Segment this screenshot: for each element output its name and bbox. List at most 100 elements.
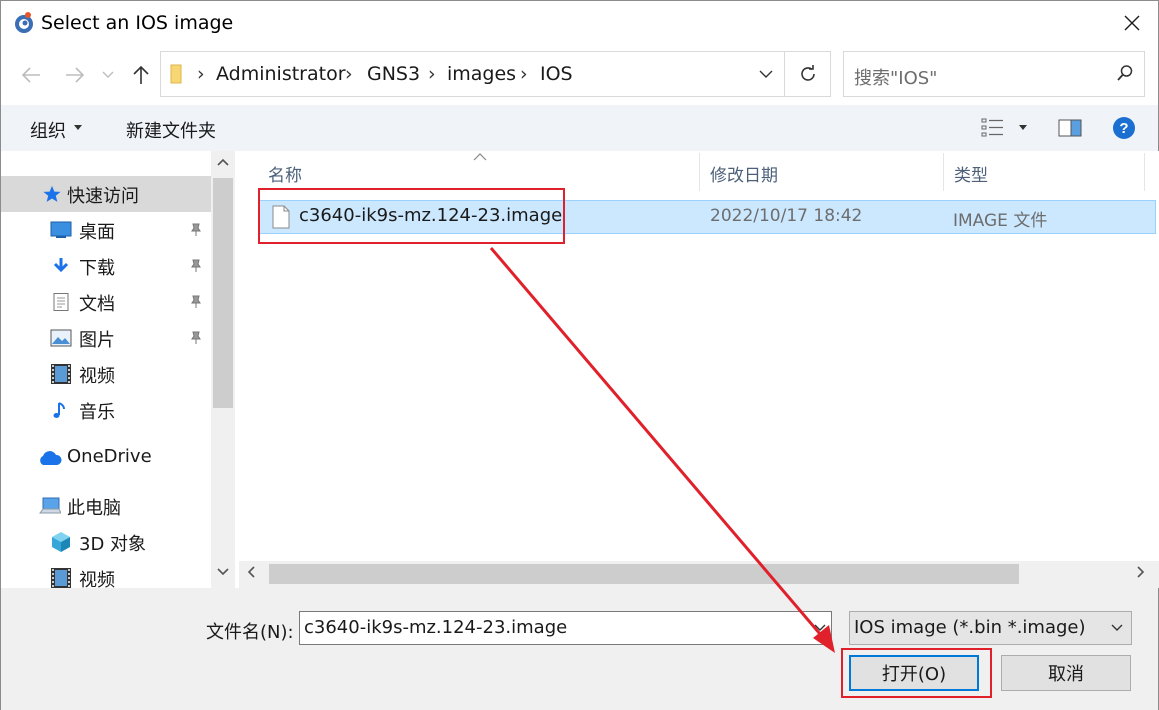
up-button[interactable] [127, 61, 155, 89]
breadcrumb-gns3[interactable]: GNS3 [367, 63, 420, 85]
breadcrumb-separator: › [197, 63, 205, 85]
nav-label: 下载 [79, 258, 115, 279]
nav-videos[interactable]: 视频 [1, 356, 211, 392]
nav-music[interactable]: 音乐 [1, 392, 211, 428]
download-icon [53, 258, 69, 273]
navigation-pane: 快速访问 桌面 下载 文档 图片 视频 音乐 OneDrive 此电脑 3D 对… [1, 151, 237, 588]
file-list-hscrollbar[interactable] [239, 561, 1159, 588]
close-button[interactable] [1106, 1, 1158, 45]
filename-dropdown-button[interactable] [809, 612, 831, 644]
pin-icon [191, 223, 201, 236]
forward-button[interactable] [61, 61, 89, 89]
nav-label: 视频 [79, 366, 115, 387]
hscrollbar-thumb[interactable] [269, 564, 1019, 584]
command-toolbar: 组织 新建文件夹 ? [1, 105, 1158, 151]
view-options-caret-icon[interactable] [1019, 125, 1027, 130]
organize-menu-button[interactable]: 组织 [30, 117, 66, 143]
column-header-label: 类型 [954, 166, 988, 186]
nav-3d-objects[interactable]: 3D 对象 [1, 524, 211, 560]
nav-quick-access[interactable]: 快速访问 [1, 176, 211, 212]
nav-this-pc[interactable]: 此电脑 [1, 488, 211, 524]
refresh-icon [801, 65, 815, 81]
recent-locations-button[interactable] [98, 61, 118, 89]
nav-label: 文档 [79, 294, 115, 315]
back-button[interactable] [17, 61, 45, 89]
nav-label: 音乐 [79, 402, 115, 423]
sort-ascending-icon [473, 153, 487, 161]
column-header-type[interactable]: 类型 [944, 151, 1144, 193]
chevron-down-icon [759, 70, 773, 78]
nav-onedrive[interactable]: OneDrive [1, 440, 211, 476]
document-icon [53, 293, 69, 311]
nav-scrollbar-thumb[interactable] [213, 178, 233, 408]
file-modified: 2022/10/17 18:42 [710, 206, 863, 226]
arrow-left-icon [21, 67, 40, 83]
nav-scrollbar[interactable] [211, 151, 235, 588]
breadcrumb-separator: › [428, 63, 436, 85]
nav-documents[interactable]: 文档 [1, 284, 211, 320]
nav-desktop[interactable]: 桌面 [1, 212, 211, 248]
address-dropdown-button[interactable] [748, 52, 784, 96]
nav-label: 图片 [79, 330, 115, 351]
arrow-up-icon [133, 65, 149, 84]
view-options-icon[interactable] [981, 117, 1005, 139]
column-divider[interactable] [1144, 153, 1145, 191]
filename-field[interactable]: c3640-ik9s-mz.124-23.image [299, 611, 832, 645]
cloud-icon [40, 451, 62, 465]
nav-label: 桌面 [79, 222, 115, 243]
cancel-button[interactable]: 取消 [1001, 655, 1131, 691]
column-header-modified[interactable]: 修改日期 [700, 151, 943, 193]
scroll-right-icon[interactable] [1137, 566, 1145, 578]
breadcrumb-images[interactable]: images [447, 63, 516, 85]
nav-downloads[interactable]: 下载 [1, 248, 211, 284]
new-folder-button[interactable]: 新建文件夹 [126, 117, 216, 143]
music-icon [53, 402, 65, 418]
computer-icon [39, 497, 61, 514]
filename-label: 文件名(N): [206, 622, 294, 643]
close-icon [1124, 15, 1140, 31]
file-dialog: Select an IOS image › Administrator › GN… [0, 0, 1159, 710]
video-icon [51, 364, 71, 384]
column-header-label: 修改日期 [710, 166, 778, 186]
breadcrumb-separator: › [345, 63, 353, 85]
nav-label: 3D 对象 [79, 534, 147, 555]
file-type-filter[interactable]: IOS image (*.bin *.image) [849, 611, 1132, 645]
nav-label: 此电脑 [67, 498, 121, 519]
search-icon [1117, 65, 1133, 81]
preview-pane-icon[interactable] [1058, 117, 1082, 139]
star-icon [43, 185, 61, 202]
scroll-left-icon[interactable] [247, 566, 255, 578]
gns3-app-icon [15, 12, 33, 33]
desktop-icon [50, 221, 72, 238]
column-header-label: 名称 [268, 166, 302, 186]
nav-pictures[interactable]: 图片 [1, 320, 211, 356]
refresh-button[interactable] [785, 52, 831, 96]
pin-icon [191, 259, 201, 272]
scroll-up-icon[interactable] [217, 158, 229, 166]
annotation-highlight-file [258, 188, 565, 244]
organize-caret-icon [74, 125, 82, 130]
help-icon[interactable]: ? [1112, 116, 1136, 140]
search-box[interactable]: 搜索"IOS" [843, 51, 1145, 97]
scroll-down-icon[interactable] [217, 568, 229, 576]
folder-icon [170, 64, 182, 84]
annotation-highlight-open [841, 648, 992, 698]
chevron-down-icon [102, 71, 114, 78]
nav-label: 视频 [79, 570, 115, 588]
file-type: IMAGE 文件 [953, 211, 1048, 231]
pin-icon [191, 331, 201, 344]
nav-pc-videos[interactable]: 视频 [1, 560, 211, 588]
breadcrumb-separator: › [520, 63, 528, 85]
svg-text:?: ? [1119, 120, 1128, 137]
chevron-down-icon [1111, 624, 1123, 631]
address-bar[interactable]: › Administrator › GNS3 › images › IOS [160, 51, 831, 97]
arrow-right-icon [66, 67, 85, 83]
filter-dropdown-button[interactable] [1107, 612, 1127, 644]
window-title: Select an IOS image [41, 12, 234, 34]
file-type-filter-value: IOS image (*.bin *.image) [854, 617, 1086, 638]
title-bar: Select an IOS image [1, 1, 1158, 45]
picture-icon [50, 329, 72, 347]
search-placeholder: 搜索"IOS" [854, 68, 938, 89]
breadcrumb-ios[interactable]: IOS [540, 63, 573, 85]
breadcrumb-administrator[interactable]: Administrator [216, 63, 346, 85]
